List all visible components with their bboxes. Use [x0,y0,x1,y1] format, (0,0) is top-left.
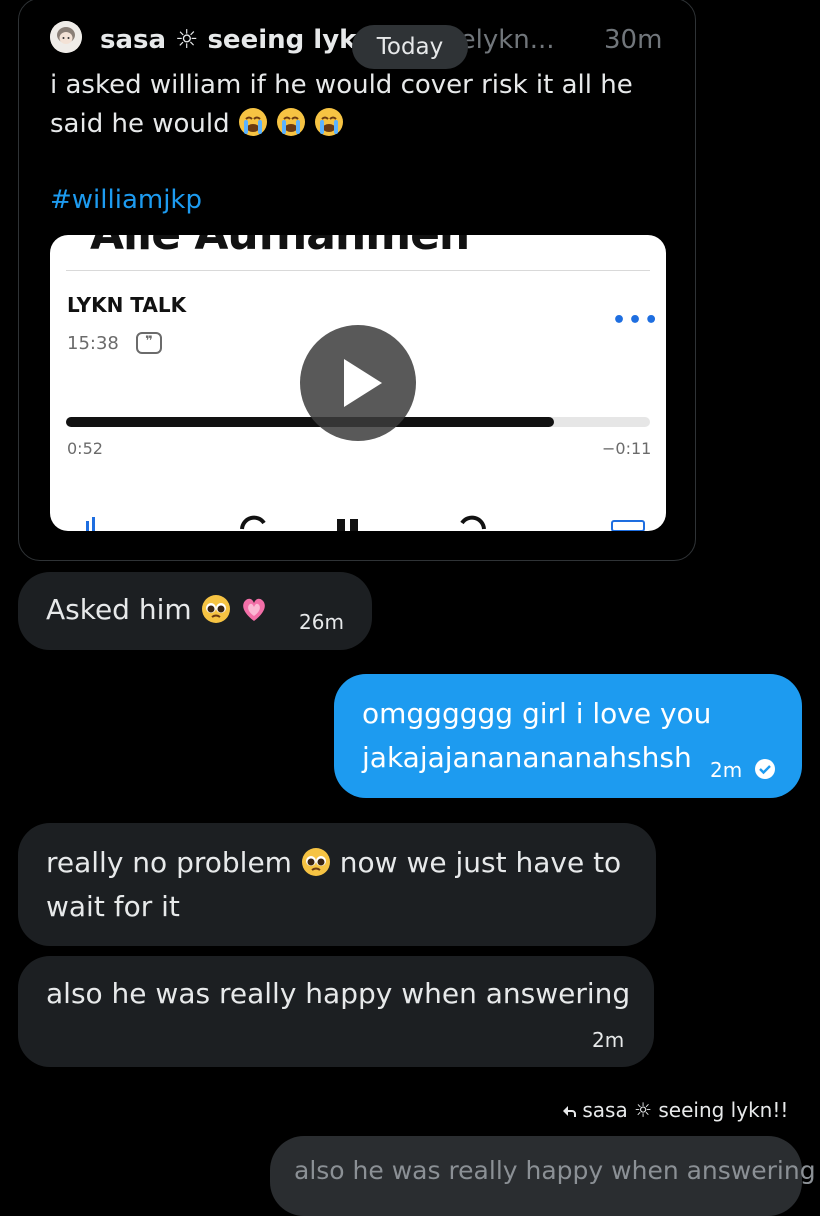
message-text: also he was really happy when answering [46,977,631,1010]
reply-arrow-icon [562,1098,582,1122]
message-bubble-outgoing[interactable]: omgggggg girl i love you jakajajanananan… [334,674,802,798]
media-divider [66,270,650,271]
message-bubble-incoming[interactable]: really no problem now we just have to wa… [18,823,656,946]
remaining-time: −0:11 [602,439,652,458]
tweet-author-name[interactable]: sasa ☼ seeing lykn! [100,25,387,55]
tweet-hashtag-link[interactable]: #williamjkp [50,182,202,218]
media-duration: 15:38 [67,333,119,354]
author-avatar[interactable] [50,21,82,53]
message-bubble-incoming[interactable]: Asked him 26m [18,572,372,650]
media-show-name: LYKN TALK [67,293,187,317]
tweet-author-line[interactable]: sasa ☼ seeing lykn! @lovelykn... [100,22,555,58]
message-text-line1: really no problem [46,846,292,879]
message-timestamp: 2m [710,758,743,782]
tweet-text-line2: said he would [50,109,230,139]
tweet-time: 30m [604,25,663,55]
message-bubble-incoming[interactable]: also he was really happy when answering … [18,956,654,1067]
elapsed-time: 0:52 [67,439,103,458]
quoted-reply-text: also he was really happy when answering [294,1156,816,1185]
pleading-face-emoji-icon [201,593,240,626]
message-timestamp: 2m [592,1028,625,1052]
transcript-icon: ❞ [136,332,162,354]
reply-reference[interactable]: sasa ☼ seeing lykn!! [562,1098,788,1122]
media-cut-title: Alle Aufnahmen [90,235,470,260]
tweet-text: i asked william if he would cover risk i… [50,66,670,144]
message-timestamp: 26m [299,610,344,634]
player-controls-row [50,515,666,531]
message-text-line2: wait for it [46,890,180,923]
more-options-icon: ••• [612,308,661,333]
message-text-line1-cont: now we just have to [339,846,622,879]
crying-emoji-icon [314,108,344,139]
play-button[interactable] [300,325,416,441]
crying-emoji-icon [276,108,314,139]
quoted-reply-bubble[interactable]: also he was really happy when answering [270,1136,816,1216]
tweet-media-image[interactable]: Alle Aufnahmen LYKN TALK 15:38 ❞ ••• 0:5… [50,235,666,531]
pleading-face-emoji-icon [292,846,340,879]
play-icon [344,359,382,407]
reply-reference-author: sasa ☼ seeing lykn!! [582,1098,789,1122]
date-divider-pill: Today [352,25,468,69]
read-receipt-check-icon [754,758,776,784]
pink-heart-emoji-icon [239,593,269,626]
message-text-line1: omgggggg girl i love you [362,697,712,730]
message-text: Asked him [46,593,192,626]
crying-emoji-icon [238,108,276,139]
message-text-line2: jakajajananananahshsh [362,741,692,774]
tweet-text-line1: i asked william if he would cover risk i… [50,70,633,100]
